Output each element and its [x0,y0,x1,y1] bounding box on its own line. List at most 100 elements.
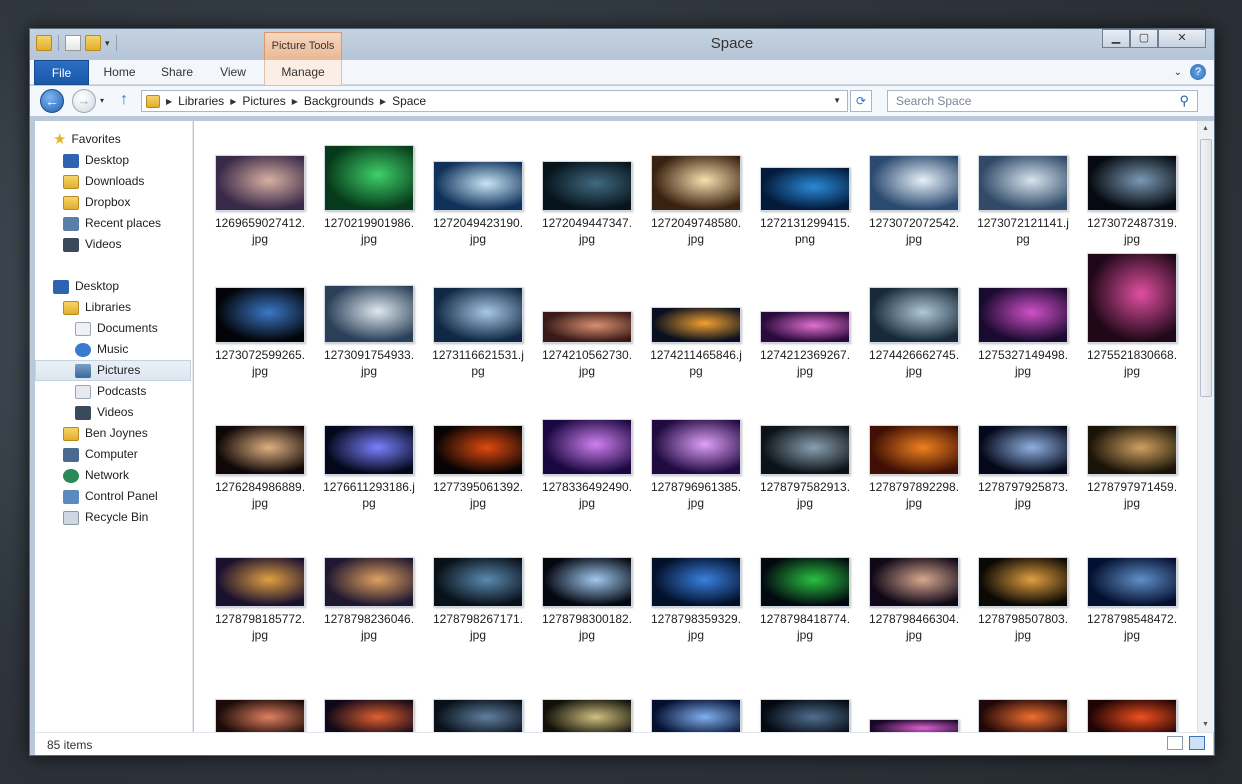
file-thumbnail[interactable]: 1270219901986.jpg [323,145,415,247]
file-name: 1270219901986.jpg [323,216,415,246]
up-button[interactable]: ↑ [120,91,128,109]
nav-videos-fav[interactable]: Videos [63,234,121,255]
help-icon[interactable]: ? [1190,64,1206,80]
close-button[interactable]: ✕ [1158,29,1206,48]
file-thumbnail[interactable]: 1275521830668.jpg [1086,253,1178,379]
file-thumbnail[interactable]: 1276611293186.jpg [323,425,415,511]
nav-recycle-bin[interactable]: Recycle Bin [63,507,148,528]
scroll-thumb[interactable] [1200,139,1212,397]
tab-view[interactable]: View [217,60,249,85]
nav-network[interactable]: Network [63,465,129,486]
nav-dropbox[interactable]: Dropbox [63,192,130,213]
file-thumbnail[interactable]: 1278798185772.jpg [214,557,306,643]
file-thumbnail[interactable]: 1273072072542.jpg [868,155,960,247]
file-thumbnail[interactable]: 1278796961385.jpg [650,419,742,511]
file-thumbnail[interactable]: 1274211465846.jpg [650,307,742,379]
nav-downloads[interactable]: Downloads [63,171,144,192]
file-thumbnail[interactable]: 1272049748580.jpg [650,155,742,247]
search-icon[interactable]: ⚲ [1179,91,1189,111]
file-thumbnail[interactable] [432,699,524,732]
address-field[interactable]: ▶ Libraries ▶ Pictures ▶ Backgrounds ▶ S… [141,90,848,112]
file-thumbnail[interactable]: 1278797892298.jpg [868,425,960,511]
breadcrumb-backgrounds[interactable]: Backgrounds [304,94,374,108]
tab-home[interactable]: Home [102,60,137,85]
file-thumbnail[interactable]: 1274426662745.jpg [868,287,960,379]
file-thumbnail[interactable] [214,699,306,732]
minimize-button[interactable]: ▁ [1102,29,1130,48]
nav-libraries[interactable]: Libraries [63,297,131,318]
nav-videos[interactable]: Videos [75,402,133,423]
file-thumbnail[interactable]: 1275327149498.jpg [977,287,1069,379]
file-thumbnail[interactable]: 1278797582913.jpg [759,425,851,511]
large-icons-view-icon[interactable] [1189,736,1205,750]
nav-desktop[interactable]: Desktop [53,276,119,297]
file-thumbnail[interactable] [323,699,415,732]
back-button[interactable]: ← [40,89,64,113]
maximize-button[interactable]: ▢ [1130,29,1158,48]
file-thumbnail[interactable]: 1274210562730.jpg [541,311,633,379]
file-thumbnail[interactable]: 1278798267171.jpg [432,557,524,643]
nav-control-panel[interactable]: Control Panel [63,486,158,507]
address-dropdown-icon[interactable]: ▼ [833,96,841,105]
file-thumbnail[interactable]: 1273116621531.jpg [432,287,524,379]
vertical-scrollbar[interactable]: ▲ ▼ [1197,121,1214,732]
recent-locations-icon[interactable]: ▾ [100,96,104,105]
documents-icon [75,321,91,336]
nav-user[interactable]: Ben Joynes [63,423,148,444]
file-thumbnail[interactable]: 1278798507803.jpg [977,557,1069,643]
file-thumbnail[interactable]: 1272049447347.jpg [541,161,633,247]
image-preview [433,425,523,475]
file-thumbnail[interactable]: 1278798236046.jpg [323,557,415,643]
forward-button[interactable]: → [72,89,96,113]
nav-music[interactable]: Music [75,339,128,360]
ribbon-tabs: File Home Share View Manage ⌄ ? [30,60,1214,85]
file-thumbnail[interactable]: 1274212369267.jpg [759,311,851,379]
libraries-icon [63,300,79,315]
file-thumbnail[interactable] [650,699,742,732]
nav-recent-places[interactable]: Recent places [63,213,161,234]
image-preview [651,557,741,607]
nav-documents[interactable]: Documents [75,318,158,339]
file-thumbnail[interactable]: 1278798466304.jpg [868,557,960,643]
file-thumbnail[interactable]: 1278798548472.jpg [1086,557,1178,643]
refresh-button[interactable]: ⟳ [850,90,872,112]
search-input[interactable]: Search Space ⚲ [887,90,1198,112]
file-thumbnail[interactable]: 1278798300182.jpg [541,557,633,643]
tab-share[interactable]: Share [159,60,195,85]
breadcrumb-pictures[interactable]: Pictures [242,94,285,108]
file-thumbnail[interactable]: 1278797971459.jpg [1086,425,1178,511]
nav-podcasts[interactable]: Podcasts [75,381,146,402]
file-thumbnail[interactable] [977,699,1069,732]
file-thumbnail[interactable] [541,699,633,732]
file-thumbnail[interactable]: 1273072121141.jpg [977,155,1069,247]
nav-computer[interactable]: Computer [63,444,138,465]
file-thumbnail[interactable]: 1278798359329.jpg [650,557,742,643]
file-thumbnail[interactable]: 1269659027412.jpg [214,155,306,247]
nav-pictures[interactable]: Pictures [35,360,191,381]
scroll-up-icon[interactable]: ▲ [1202,125,1209,132]
scroll-down-icon[interactable]: ▼ [1202,721,1209,728]
file-thumbnail[interactable] [868,719,960,732]
file-thumbnail[interactable]: 1272131299415.png [759,167,851,247]
file-thumbnail[interactable]: 1276284986889.jpg [214,425,306,511]
file-thumbnail[interactable]: 1272049423190.jpg [432,161,524,247]
breadcrumb-libraries[interactable]: Libraries [178,94,224,108]
expand-ribbon-icon[interactable]: ⌄ [1174,67,1182,78]
file-name: 1274212369267.jpg [759,348,851,378]
breadcrumb-space[interactable]: Space [392,94,426,108]
file-thumbnail[interactable]: 1278798418774.jpg [759,557,851,643]
file-thumbnail[interactable]: 1278797925873.jpg [977,425,1069,511]
file-thumbnail[interactable] [759,699,851,732]
file-thumbnail[interactable]: 1273072487319.jpg [1086,155,1178,247]
file-thumbnail[interactable]: 1278336492490.jpg [541,419,633,511]
nav-desktop-fav[interactable]: Desktop [63,150,129,171]
file-thumbnail[interactable]: 1277395061392.jpg [432,425,524,511]
tab-manage[interactable]: Manage [264,60,342,85]
details-view-icon[interactable] [1167,736,1183,750]
image-preview [1087,557,1177,607]
file-thumbnail[interactable]: 1273091754933.jpg [323,285,415,379]
nav-favorites[interactable]: ★ Favorites [53,129,121,150]
file-thumbnail[interactable] [1086,699,1178,732]
tab-file[interactable]: File [34,60,89,85]
file-thumbnail[interactable]: 1273072599265.jpg [214,287,306,379]
